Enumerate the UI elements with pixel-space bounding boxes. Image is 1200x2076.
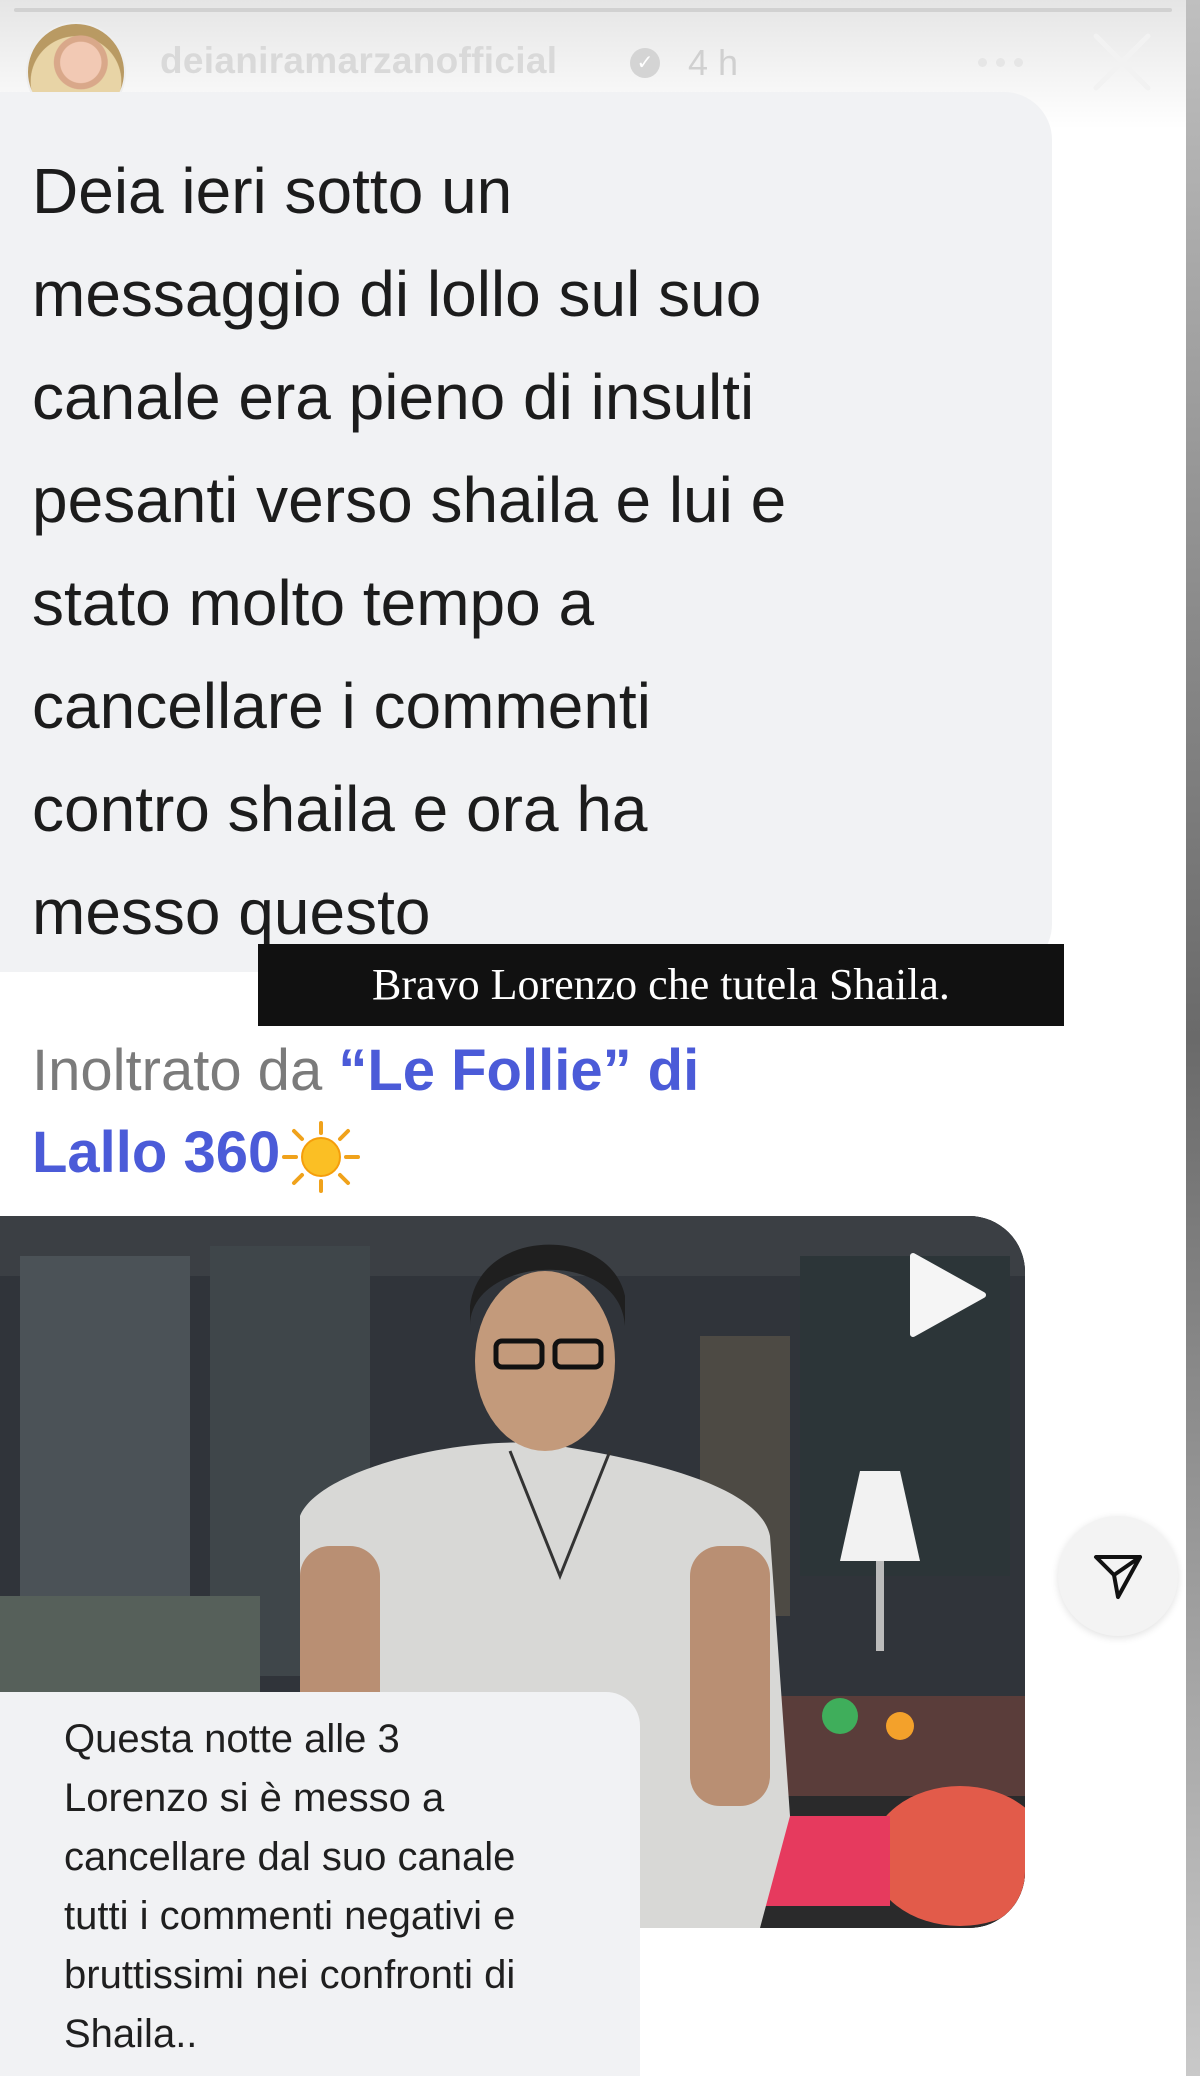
main-message-text: Deia ieri sotto un messaggio di lollo su… [32, 155, 787, 948]
right-edge-strip [1186, 0, 1200, 2076]
story-caption: Bravo Lorenzo che tutela Shaila. [258, 944, 1064, 1026]
secondary-message-text: Questa notte alle 3 Lorenzo si è messo a… [64, 1717, 516, 2056]
sun-emoji-icon [282, 1120, 361, 1193]
username[interactable]: deianiramarzanofficial [160, 40, 557, 82]
more-dots-icon[interactable] [970, 50, 1030, 74]
verified-badge-icon: ✓ [630, 48, 660, 78]
share-button[interactable] [1058, 1516, 1178, 1636]
forwarded-from: Inoltrato da “Le Follie” di Lallo 360 [32, 1030, 932, 1194]
forwarded-prefix: Inoltrato da [32, 1038, 339, 1103]
close-icon[interactable] [1090, 30, 1154, 94]
play-icon[interactable] [905, 1250, 989, 1340]
story-progress-bar [14, 8, 1172, 12]
time-ago: 4 h [688, 42, 739, 83]
paper-plane-icon [1094, 1555, 1142, 1599]
